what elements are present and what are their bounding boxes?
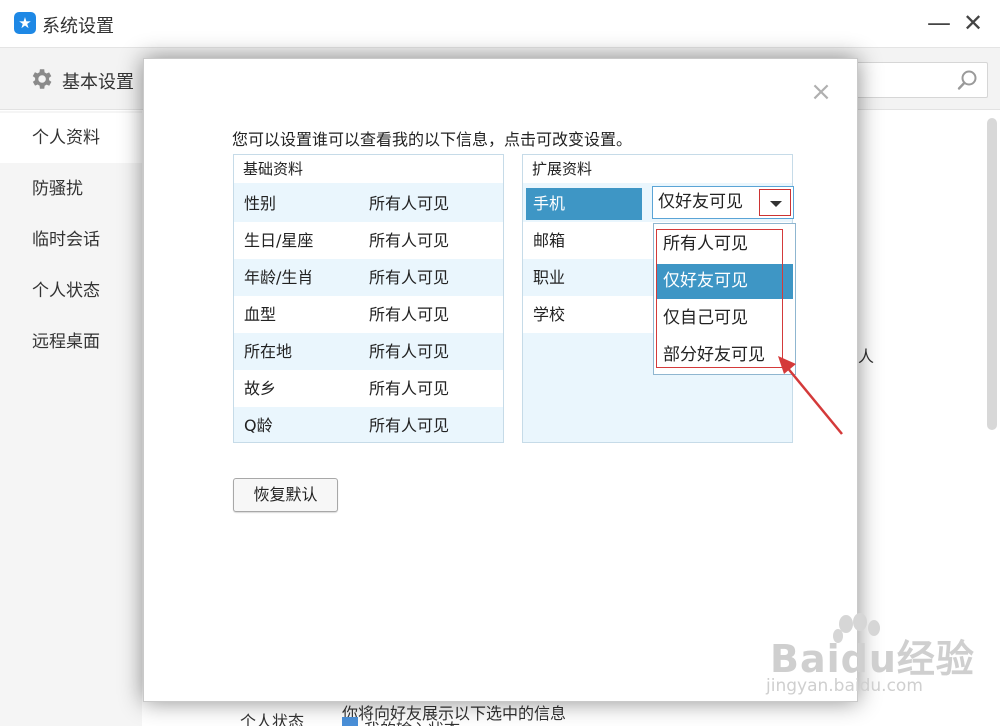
visibility-value[interactable]: 所有人可见 xyxy=(369,185,449,222)
sidebar-item-personal-status[interactable]: 个人状态 xyxy=(0,266,142,316)
visibility-value[interactable]: 所有人可见 xyxy=(369,259,449,296)
basic-info-panel: 基础资料 性别 所有人可见 生日/星座 所有人可见 年龄/生肖 所有人可见 血型… xyxy=(233,154,504,443)
field-name: 手机 xyxy=(526,188,642,220)
visibility-dropdown[interactable]: 仅好友可见 xyxy=(652,186,794,219)
section-title: 基本设置 xyxy=(62,72,134,93)
dialog-close-button[interactable]: × xyxy=(809,78,833,106)
visibility-value[interactable]: 所有人可见 xyxy=(369,222,449,259)
watermark-url: jingyan.baidu.com xyxy=(766,676,923,696)
annotation-highlight-box xyxy=(656,229,783,368)
field-name: 邮箱 xyxy=(533,231,566,250)
title-bar xyxy=(0,0,1000,48)
field-name: 性别 xyxy=(244,194,277,213)
basic-info-row[interactable]: 性别 所有人可见 xyxy=(234,185,503,222)
scrollbar[interactable] xyxy=(987,118,997,430)
visibility-value[interactable]: 所有人可见 xyxy=(369,296,449,333)
background-text-fragment: 人 xyxy=(858,347,875,366)
dropdown-selected-value: 仅好友可见 xyxy=(658,192,743,212)
field-name: 职业 xyxy=(533,268,566,287)
sidebar-item-remote-desktop[interactable]: 远程桌面 xyxy=(0,317,142,367)
chevron-down-icon xyxy=(770,201,782,207)
basic-info-row[interactable]: Q龄 所有人可见 xyxy=(234,407,503,444)
basic-info-row[interactable]: 生日/星座 所有人可见 xyxy=(234,222,503,259)
sidebar-item-anti-harassment[interactable]: 防骚扰 xyxy=(0,164,142,214)
field-name: Q龄 xyxy=(244,416,273,435)
visibility-value[interactable]: 所有人可见 xyxy=(369,333,449,370)
visibility-value[interactable]: 所有人可见 xyxy=(369,407,449,444)
dialog-instruction: 您可以设置谁可以查看我的以下信息，点击可改变设置。 xyxy=(232,130,633,149)
background-status-label: 个人状态 xyxy=(240,712,305,726)
field-name: 所在地 xyxy=(244,342,293,361)
basic-info-row[interactable]: 所在地 所有人可见 xyxy=(234,333,503,370)
basic-info-row[interactable]: 年龄/生肖 所有人可见 xyxy=(234,259,503,296)
search-icon[interactable] xyxy=(956,68,980,92)
background-checkbox-label: 我的输入状态 xyxy=(364,716,460,726)
gear-icon xyxy=(32,69,52,89)
input-status-checkbox[interactable] xyxy=(342,717,358,726)
visibility-value[interactable]: 所有人可见 xyxy=(369,370,449,407)
watermark-text: Baidu经验 xyxy=(770,637,975,681)
field-name: 生日/星座 xyxy=(244,231,314,250)
minimize-button[interactable]: — xyxy=(926,8,952,38)
sidebar-item-temp-session[interactable]: 临时会话 xyxy=(0,215,142,265)
window-title: 系统设置 xyxy=(42,16,114,37)
field-name: 年龄/生肖 xyxy=(244,268,314,287)
basic-info-row[interactable]: 故乡 所有人可见 xyxy=(234,370,503,407)
annotation-arrow-icon xyxy=(778,356,843,435)
app-logo-icon: ★ xyxy=(14,12,36,34)
field-name: 故乡 xyxy=(244,379,277,398)
sidebar-item-personal-info[interactable]: 个人资料 xyxy=(0,113,142,163)
field-name: 血型 xyxy=(244,305,277,324)
restore-default-button[interactable]: 恢复默认 xyxy=(233,478,338,512)
basic-info-row[interactable]: 血型 所有人可见 xyxy=(234,296,503,333)
close-window-button[interactable]: ✕ xyxy=(958,8,988,38)
field-name: 学校 xyxy=(533,305,566,324)
basic-info-header: 基础资料 xyxy=(234,155,503,183)
dropdown-toggle-button[interactable] xyxy=(759,189,791,216)
extended-info-header: 扩展资料 xyxy=(523,155,792,183)
